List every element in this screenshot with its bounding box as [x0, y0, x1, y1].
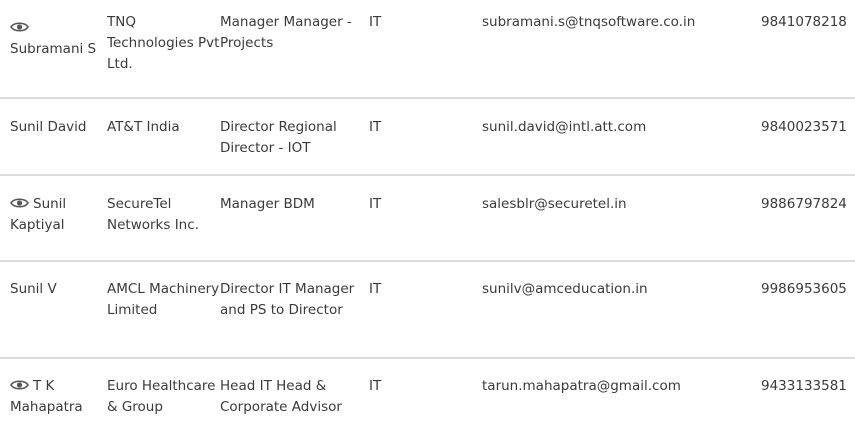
- company-cell: TNQ Technologies Pvt Ltd.: [107, 14, 220, 72]
- phone-cell: 9433133581: [761, 378, 847, 394]
- contacts-table: Subramani S TNQ Technologies Pvt Ltd. Ma…: [0, 0, 855, 436]
- table-row: T K Mahapatra Euro Healthcare & Group He…: [0, 358, 855, 436]
- designation-cell: Director Regional Director - IOT: [220, 119, 337, 156]
- department-cell: IT: [369, 119, 382, 135]
- email-cell: salesblr@securetel.in: [482, 196, 627, 212]
- contact-name[interactable]: Subramani S: [10, 41, 96, 57]
- email-cell: sunilv@amceducation.in: [482, 281, 648, 297]
- phone-cell: 9886797824: [761, 196, 847, 212]
- name-cell: T K Mahapatra: [0, 358, 107, 436]
- department-cell: IT: [369, 196, 382, 212]
- phone-cell: 9841078218: [761, 14, 847, 30]
- contact-name[interactable]: Sunil V: [10, 281, 57, 297]
- email-cell: tarun.mahapatra@gmail.com: [482, 378, 681, 394]
- table-row: Sunil V AMCL Machinery Limited Director …: [0, 261, 855, 358]
- company-cell: Euro Healthcare & Group: [107, 378, 216, 415]
- designation-cell: Manager BDM: [220, 196, 315, 212]
- eye-icon[interactable]: [10, 379, 29, 391]
- company-cell: AMCL Machinery Limited: [107, 281, 220, 318]
- email-cell: sunil.david@intl.att.com: [482, 119, 647, 135]
- department-cell: IT: [369, 378, 382, 394]
- name-cell: Sunil V: [0, 261, 107, 358]
- eye-icon[interactable]: [10, 21, 29, 33]
- department-cell: IT: [369, 281, 382, 297]
- designation-cell: Director IT Manager and PS to Director: [220, 281, 355, 318]
- contact-name[interactable]: Sunil David: [10, 119, 86, 135]
- name-cell: Subramani S: [0, 0, 107, 98]
- table-row: Subramani S TNQ Technologies Pvt Ltd. Ma…: [0, 0, 855, 98]
- name-cell: Sunil Kaptiyal: [0, 175, 107, 261]
- eye-icon[interactable]: [10, 197, 29, 209]
- company-cell: AT&T India: [107, 119, 180, 135]
- designation-cell: Manager Manager - Projects: [220, 14, 352, 51]
- phone-cell: 9840023571: [761, 119, 847, 135]
- table-row: Sunil David AT&T India Director Regional…: [0, 98, 855, 175]
- designation-cell: Head IT Head & Corporate Advisor: [220, 378, 342, 415]
- name-cell: Sunil David: [0, 98, 107, 175]
- email-cell: subramani.s@tnqsoftware.co.in: [482, 14, 696, 30]
- phone-cell: 9986953605: [761, 281, 847, 297]
- department-cell: IT: [369, 14, 382, 30]
- company-cell: SecureTel Networks Inc.: [107, 196, 199, 233]
- table-row: Sunil Kaptiyal SecureTel Networks Inc. M…: [0, 175, 855, 261]
